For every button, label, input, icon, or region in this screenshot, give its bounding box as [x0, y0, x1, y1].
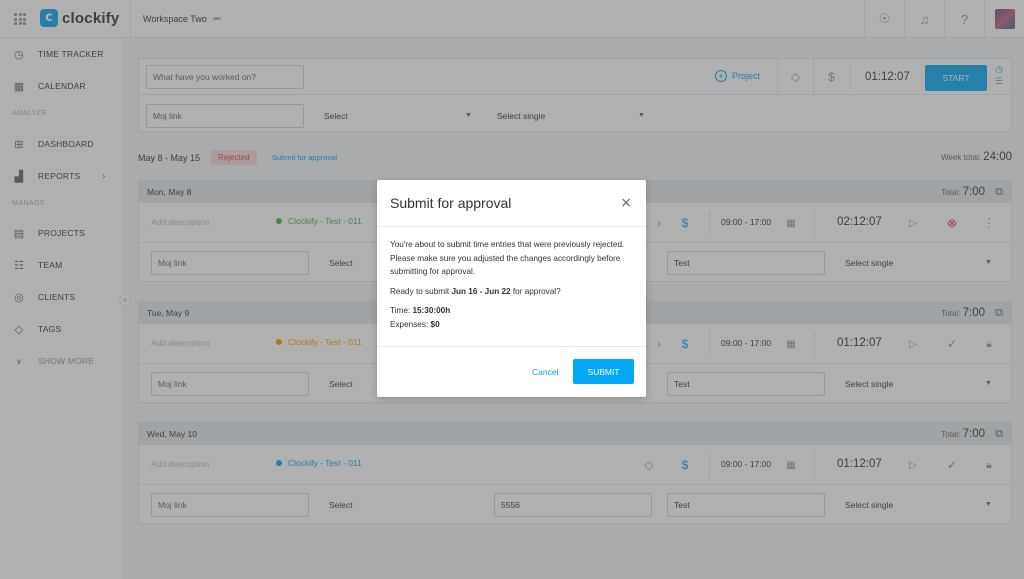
expenses-value: $0: [430, 319, 440, 329]
close-icon[interactable]: ×: [620, 195, 632, 211]
submit-approval-dialog: Submit for approval × You're about to su…: [377, 180, 646, 397]
dialog-title: Submit for approval: [390, 195, 512, 211]
time-value: 15:30:00h: [412, 306, 451, 315]
expenses-line: Expenses: $0: [390, 319, 440, 329]
dialog-body: You're about to submit time entries that…: [390, 238, 633, 331]
ready-line: Ready to submit Jun 16 - Jun 22 for appr…: [390, 286, 561, 296]
cancel-button[interactable]: Cancel: [532, 367, 558, 377]
ready-range: Jun 16 - Jun 22: [451, 286, 511, 296]
submit-button[interactable]: SUBMIT: [573, 359, 634, 384]
dialog-message: You're about to submit time entries that…: [390, 240, 625, 276]
time-line: Time: 15:30:00h: [390, 306, 451, 315]
